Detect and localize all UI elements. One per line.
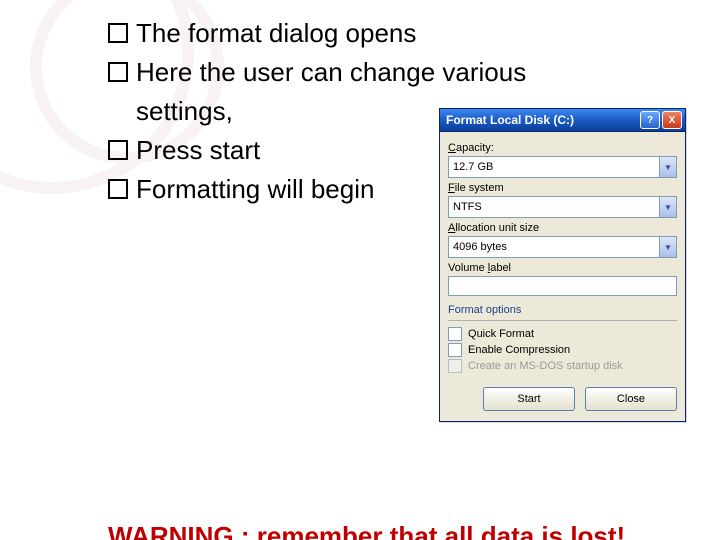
bullet-3: Press start (136, 135, 260, 165)
allocation-select[interactable]: 4096 bytes ▼ (448, 236, 677, 258)
chevron-down-icon[interactable]: ▼ (659, 157, 676, 177)
titlebar[interactable]: Format Local Disk (C:) ? X (440, 109, 685, 132)
divider (448, 320, 677, 321)
help-button[interactable]: ? (640, 111, 660, 129)
close-dialog-button[interactable]: Close (585, 387, 677, 411)
checkbox-icon (448, 327, 462, 341)
bullet-4: Formatting will begin (136, 174, 374, 204)
quick-format-label: Quick Format (468, 328, 534, 340)
format-options-legend: Format options (448, 304, 677, 316)
allocation-value: 4096 bytes (449, 241, 659, 253)
format-dialog: Format Local Disk (C:) ? X Capacity: 12.… (439, 108, 686, 422)
filesystem-value: NTFS (449, 201, 659, 213)
start-button[interactable]: Start (483, 387, 575, 411)
enable-compression-label: Enable Compression (468, 344, 570, 356)
capacity-label: Capacity: (448, 142, 677, 154)
allocation-label: Allocation unit size (448, 222, 677, 234)
filesystem-select[interactable]: NTFS ▼ (448, 196, 677, 218)
bullet-icon (108, 140, 128, 160)
close-button[interactable]: X (662, 111, 682, 129)
chevron-down-icon[interactable]: ▼ (659, 197, 676, 217)
msdos-startup-label: Create an MS-DOS startup disk (468, 360, 623, 372)
enable-compression-checkbox[interactable]: Enable Compression (448, 343, 677, 357)
bullet-icon (108, 23, 128, 43)
warning-text: WARNING : remember that all data is lost… (108, 521, 625, 540)
checkbox-icon (448, 359, 462, 373)
window-title: Format Local Disk (C:) (446, 113, 638, 127)
checkbox-icon (448, 343, 462, 357)
chevron-down-icon[interactable]: ▼ (659, 237, 676, 257)
filesystem-label: File system (448, 182, 677, 194)
capacity-value: 12.7 GB (449, 161, 659, 173)
bullet-icon (108, 62, 128, 82)
bullet-2: Here the user can change various (136, 57, 526, 87)
volume-label-label: Volume label (448, 262, 677, 274)
volume-label-input[interactable] (448, 276, 677, 296)
bullet-1: The format dialog opens (136, 18, 416, 48)
quick-format-checkbox[interactable]: Quick Format (448, 327, 677, 341)
bullet-icon (108, 179, 128, 199)
bullet-2-cont: settings, (136, 96, 233, 126)
msdos-startup-checkbox: Create an MS-DOS startup disk (448, 359, 677, 373)
capacity-select[interactable]: 12.7 GB ▼ (448, 156, 677, 178)
